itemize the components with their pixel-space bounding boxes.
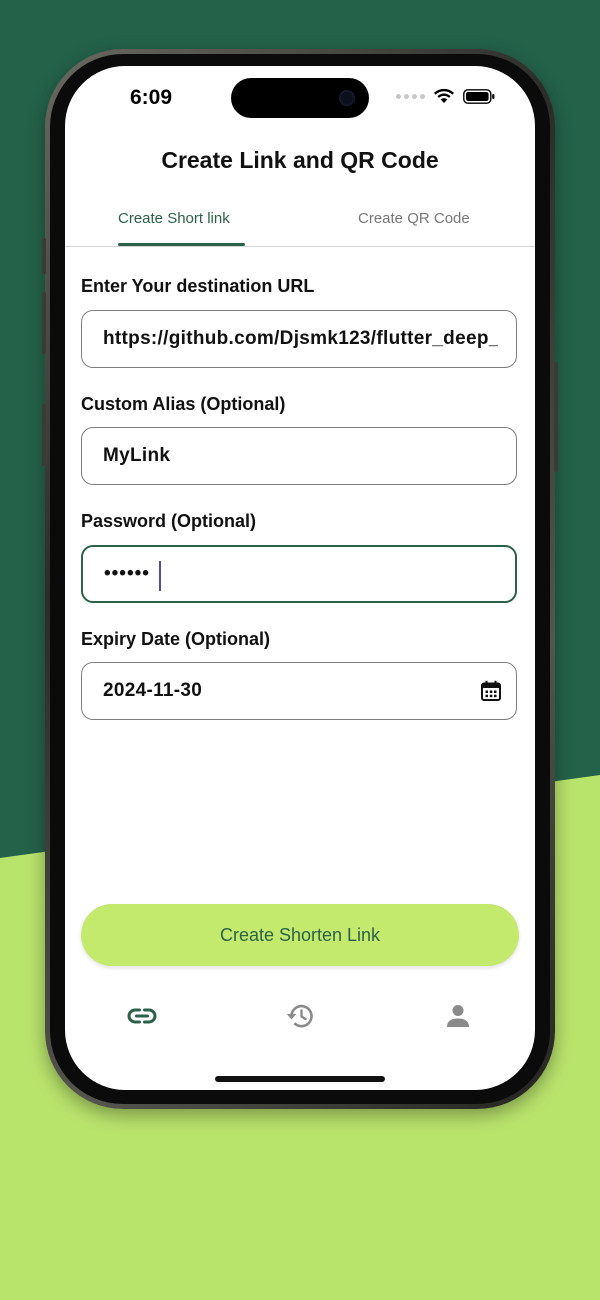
app-screen: 6:09 Create Link and QR Code Create Shor… — [65, 66, 535, 1090]
alias-input[interactable]: MyLink — [81, 427, 517, 485]
volume-down-button — [42, 404, 46, 466]
password-input[interactable]: •••••• — [81, 545, 517, 603]
calendar-icon[interactable] — [480, 680, 502, 702]
nav-profile[interactable] — [438, 996, 478, 1036]
alias-value: MyLink — [103, 445, 171, 466]
mute-switch — [42, 238, 46, 274]
person-icon — [447, 1005, 469, 1027]
alias-label: Custom Alias (Optional) — [81, 394, 286, 414]
status-time: 6:09 — [130, 86, 173, 109]
url-input[interactable]: https://github.com/Djsmk123/flutter_deep… — [81, 310, 517, 368]
home-indicator — [215, 1076, 385, 1082]
url-value: https://github.com/Djsmk123/flutter_deep… — [103, 328, 498, 349]
tab-bar: Create Short link Create QR Code — [65, 206, 535, 247]
nav-link[interactable] — [122, 996, 162, 1036]
dynamic-island — [231, 78, 369, 118]
create-shorten-link-button[interactable]: Create Shorten Link — [81, 904, 519, 966]
password-label: Password (Optional) — [81, 511, 257, 531]
url-label: Enter Your destination URL — [81, 276, 315, 296]
active-tab-indicator — [118, 243, 245, 246]
link-icon — [127, 1008, 157, 1024]
volume-up-button — [42, 292, 46, 354]
history-icon — [286, 1004, 313, 1028]
tab-create-qr-code[interactable]: Create QR Code — [358, 210, 470, 227]
status-icons — [396, 88, 495, 104]
password-value: •••••• — [104, 563, 150, 584]
expiry-date-input[interactable]: 2024-11-30 — [81, 662, 517, 720]
battery-icon — [463, 88, 495, 104]
expiry-label: Expiry Date (Optional) — [81, 629, 271, 649]
text-caret — [159, 561, 161, 591]
bottom-nav — [65, 996, 535, 1036]
expiry-value: 2024-11-30 — [103, 680, 203, 701]
signal-dots-icon — [396, 93, 425, 99]
wifi-icon — [434, 88, 454, 103]
page-title: Create Link and QR Code — [161, 147, 439, 173]
power-button — [554, 362, 558, 472]
nav-history[interactable] — [280, 996, 320, 1036]
tab-create-short-link[interactable]: Create Short link — [118, 210, 230, 227]
